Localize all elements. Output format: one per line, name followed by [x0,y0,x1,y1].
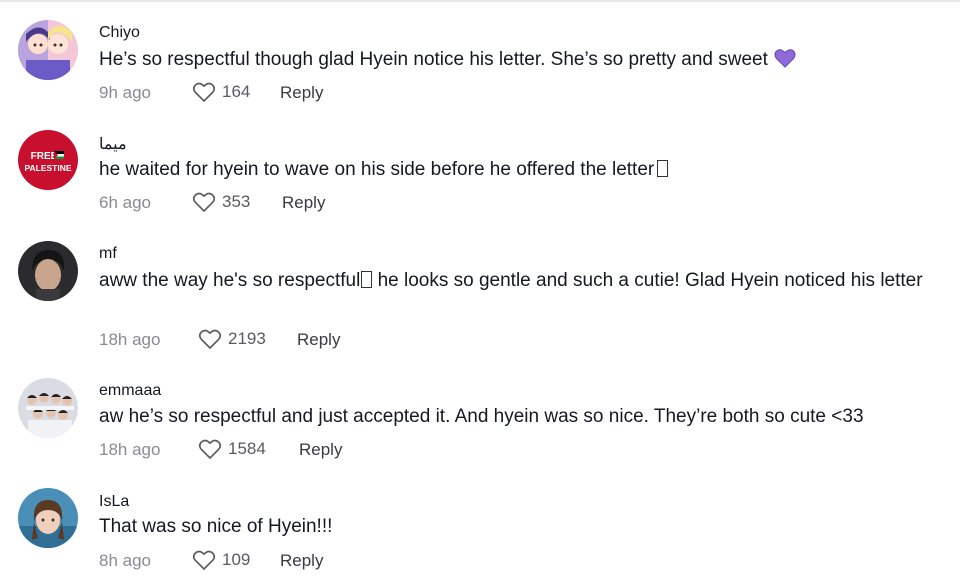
comment-text: aww the way he's so respectful he looks … [99,268,954,294]
comment-time: 18h ago [99,330,161,349]
heart-outline-icon [192,549,216,571]
like-button[interactable]: 1584 [198,438,266,460]
comment-username[interactable]: IsLa [99,493,129,511]
comment-text-body: He’s so respectful though glad Hyein not… [99,49,768,70]
comment-time: 6h ago [99,193,151,212]
avatar[interactable]: FREE PALESTINE [18,130,78,190]
reply-button[interactable]: Reply [280,551,323,571]
missing-glyph-icon [361,271,373,288]
like-count: 353 [222,192,251,211]
comment-text-body: aww the way he's so respectful [99,270,361,291]
comment-time: 9h ago [99,83,151,102]
purple-heart-icon [774,48,796,76]
reply-button[interactable]: Reply [299,440,342,460]
comment-text: That was so nice of Hyein!!! [99,514,954,540]
comment-time: 8h ago [99,551,151,570]
avatar[interactable] [18,20,78,80]
heart-outline-icon [198,438,222,460]
comment-username[interactable]: emmaaa [99,382,161,400]
comment-text-body: he waited for hyein to wave on his side … [99,159,655,180]
like-button[interactable]: 2193 [198,328,266,350]
avatar-text-free: FREE [31,151,58,162]
reply-button[interactable]: Reply [280,83,323,103]
top-divider [0,0,960,2]
comment-username[interactable]: Chiyo [99,24,140,42]
missing-glyph-icon [657,160,669,177]
avatar-text-palestine: PALESTINE [24,163,71,173]
like-count: 2193 [228,329,266,348]
heart-outline-icon [192,191,216,213]
comment-text: he waited for hyein to wave on his side … [99,157,954,183]
like-count: 1584 [228,439,266,458]
like-button[interactable]: 164 [192,81,250,103]
avatar[interactable] [18,488,78,548]
comment-time: 18h ago [99,440,161,459]
avatar[interactable] [18,378,78,438]
like-button[interactable]: 109 [192,549,250,571]
like-count: 109 [222,550,251,569]
heart-outline-icon [198,328,222,350]
reply-button[interactable]: Reply [282,193,325,213]
comment-username[interactable]: mf [99,245,117,263]
heart-outline-icon [192,81,216,103]
comment-text-body: That was so nice of Hyein!!! [99,516,333,537]
like-button[interactable]: 353 [192,191,250,213]
comment-text-body-continued: he looks so gentle and such a cutie! Gla… [372,270,923,291]
comment-username[interactable]: ميما [99,134,127,154]
comment-text-body: aw he’s so respectful and just accepted … [99,406,864,427]
like-count: 164 [222,82,251,101]
comment-text: aw he’s so respectful and just accepted … [99,404,954,430]
comment-text: He’s so respectful though glad Hyein not… [99,47,954,76]
avatar[interactable] [18,241,78,301]
reply-button[interactable]: Reply [297,330,340,350]
